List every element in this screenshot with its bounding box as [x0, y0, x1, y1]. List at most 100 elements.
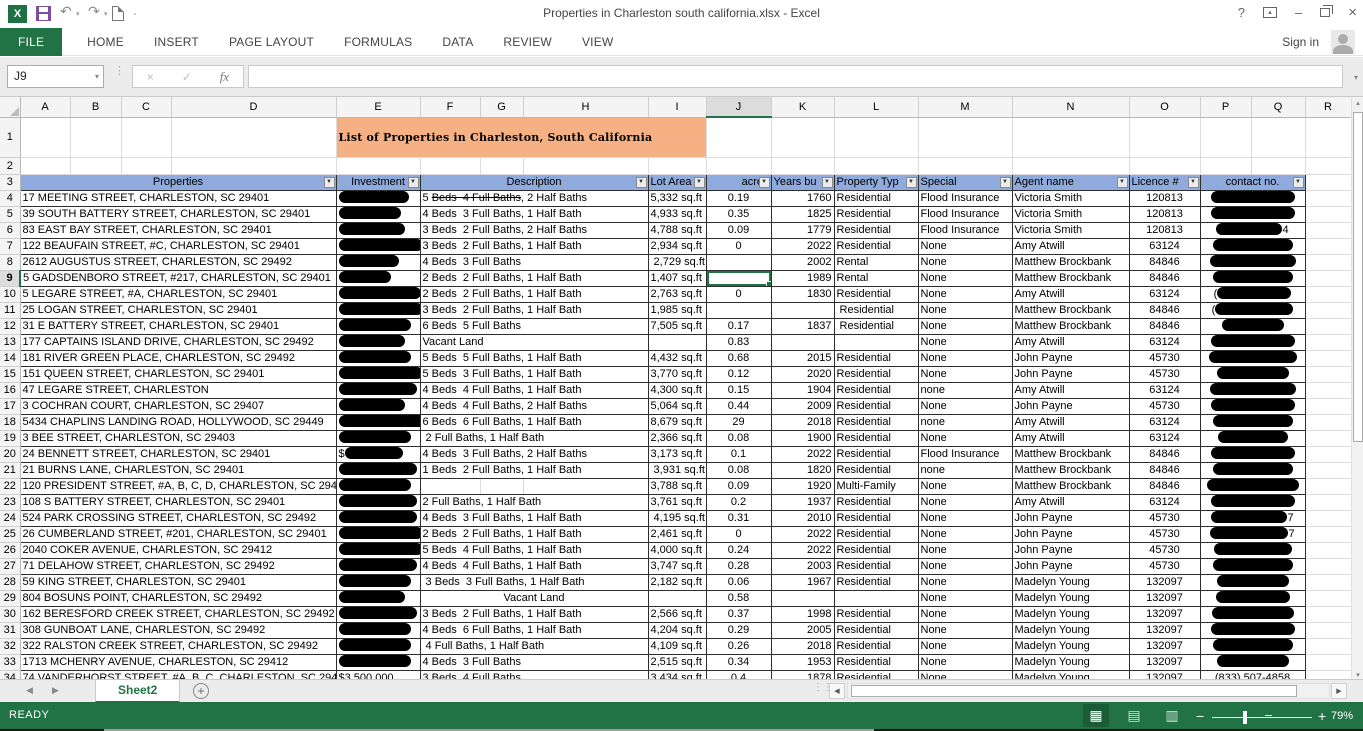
cell-K16[interactable]: 1904 [770, 381, 835, 399]
cell-A17[interactable]: 3 COCHRAN COURT, CHARLESTON, SC 29407 [19, 397, 337, 415]
cell-K9[interactable]: 1989 [770, 269, 835, 287]
cell-I13[interactable] [647, 333, 707, 351]
cell-F18[interactable]: 6 Beds 6 Full Baths, 1 Half Bath [419, 413, 649, 431]
cell-E33[interactable] [335, 653, 421, 671]
cell-I26[interactable]: 4,000 sq.ft [647, 541, 707, 559]
cell-R18[interactable] [1305, 414, 1351, 431]
cell-M34[interactable]: None [917, 669, 1013, 679]
cell-P2[interactable] [1200, 157, 1252, 175]
cell-O2[interactable] [1129, 157, 1201, 175]
cell-R9[interactable] [1305, 270, 1351, 287]
cell-M7[interactable]: None [917, 237, 1013, 255]
cell-O17[interactable]: 45730 [1128, 397, 1201, 415]
cell-K27[interactable]: 2003 [770, 557, 835, 575]
ribbon-tab-page-layout[interactable]: PAGE LAYOUT [214, 28, 329, 56]
cell-I23[interactable]: 3,761 sq.ft [647, 493, 707, 511]
cell-E34[interactable]: $3,500,000 [335, 669, 421, 679]
cell-N14[interactable]: John Payne [1011, 349, 1130, 367]
cell-R22[interactable] [1305, 478, 1351, 495]
cell-R32[interactable] [1305, 638, 1351, 655]
row-header-6[interactable]: 6 [0, 222, 21, 239]
cell-K4[interactable]: 1760 [770, 189, 835, 207]
cell-O11[interactable]: 84846 [1128, 301, 1201, 319]
cell-P25[interactable]: 7 [1199, 525, 1306, 543]
cell-A7[interactable]: 122 BEAUFAIN STREET, #C, CHARLESTON, SC … [19, 237, 337, 255]
cell-P32[interactable] [1199, 637, 1306, 655]
cell-E22[interactable] [335, 477, 421, 495]
cell-N19[interactable]: Amy Atwill [1011, 429, 1130, 447]
cell-L34[interactable]: Residential [833, 669, 919, 679]
cell-L31[interactable]: Residential [833, 621, 919, 639]
ribbon-tab-view[interactable]: VIEW [567, 28, 628, 56]
cell-I8[interactable]: 2,729 sq.ft [647, 253, 707, 271]
row-header-18[interactable]: 18 [0, 414, 21, 431]
cell-N23[interactable]: Amy Atwill [1011, 493, 1130, 511]
cell-R2[interactable] [1305, 157, 1351, 175]
zoom-level[interactable]: 79% [1331, 710, 1353, 722]
cell-J5[interactable]: 0.35 [705, 205, 772, 223]
cell-N22[interactable]: Matthew Brockbank [1011, 477, 1130, 495]
cell-K29[interactable] [770, 589, 835, 607]
cell-F6[interactable]: 3 Beds 2 Full Baths, 2 Half Baths [419, 221, 649, 239]
cell-O9[interactable]: 84846 [1128, 269, 1201, 287]
cell-E27[interactable] [335, 557, 421, 575]
cell-C2[interactable] [121, 157, 172, 175]
new-sheet-button[interactable]: + [193, 683, 209, 699]
cell-R14[interactable] [1305, 350, 1351, 367]
cell-F19[interactable]: 2 Full Baths, 1 Half Bath [419, 429, 649, 447]
row-header-27[interactable]: 27 [0, 558, 21, 575]
cell-O10[interactable]: 63124 [1128, 285, 1201, 303]
header-cell-L3[interactable]: Property Typ ▼ [833, 173, 919, 191]
col-header-E[interactable]: E [336, 97, 421, 118]
name-box-dropdown-icon[interactable]: ▾ [95, 66, 99, 87]
cell-O31[interactable]: 132097 [1128, 621, 1201, 639]
cell-M32[interactable]: None [917, 637, 1013, 655]
cell-L30[interactable]: Residential [833, 605, 919, 623]
cell-O12[interactable]: 84846 [1128, 317, 1201, 335]
cell-M27[interactable]: None [917, 557, 1013, 575]
vertical-scroll-thumb[interactable] [1353, 112, 1363, 442]
cell-R19[interactable] [1305, 430, 1351, 447]
cell-I16[interactable]: 4,300 sq.ft [647, 381, 707, 399]
cell-A18[interactable]: 5434 CHAPLINS LANDING ROAD, HOLLYWOOD, S… [19, 413, 337, 431]
col-header-B[interactable]: B [70, 97, 122, 118]
cell-J23[interactable]: 0.2 [705, 493, 772, 511]
row-header-26[interactable]: 26 [0, 542, 21, 559]
cell-L33[interactable]: Residential [833, 653, 919, 671]
cell-J22[interactable]: 0.09 [705, 477, 772, 495]
ribbon-display-options-icon[interactable]: ▴ [1263, 7, 1277, 18]
cell-A6[interactable]: 83 EAST BAY STREET, CHARLESTON, SC 29401 [19, 221, 337, 239]
cell-I28[interactable]: 2,182 sq.ft [647, 573, 707, 591]
filter-button[interactable]: ▼ [1116, 176, 1128, 188]
col-header-O[interactable]: O [1129, 97, 1201, 118]
cell-Q1[interactable] [1251, 117, 1306, 158]
cell-M26[interactable]: None [917, 541, 1013, 559]
cell-A28[interactable]: 59 KING STREET, CHARLESTON, SC 29401 [19, 573, 337, 591]
cell-F28[interactable]: 3 Beds 3 Full Baths, 1 Half Bath [419, 573, 649, 591]
cell-I11[interactable]: 1,985 sq.ft [647, 301, 707, 319]
cell-R10[interactable] [1305, 286, 1351, 303]
cell-F2[interactable] [420, 157, 481, 175]
cell-E2[interactable] [336, 157, 421, 175]
cell-F21[interactable]: 1 Beds 2 Full Baths, 1 Half Bath [419, 461, 649, 479]
cell-H22[interactable] [522, 477, 649, 495]
cell-I6[interactable]: 4,788 sq.ft [647, 221, 707, 239]
cell-O30[interactable]: 132097 [1128, 605, 1201, 623]
cell-N2[interactable] [1012, 157, 1130, 175]
row-header-3[interactable]: 3 [0, 174, 21, 191]
col-header-M[interactable]: M [918, 97, 1013, 118]
cell-R25[interactable] [1305, 526, 1351, 543]
row-header-33[interactable]: 33 [0, 654, 21, 671]
cell-M14[interactable]: None [917, 349, 1013, 367]
row-header-13[interactable]: 13 [0, 334, 21, 351]
cell-K5[interactable]: 1825 [770, 205, 835, 223]
row-header-22[interactable]: 22 [0, 478, 21, 495]
cell-R1[interactable] [1305, 117, 1351, 158]
cell-F20[interactable]: 4 Beds 3 Full Baths, 2 Half Baths [419, 445, 649, 463]
col-header-K[interactable]: K [771, 97, 835, 118]
cell-K22[interactable]: 1920 [770, 477, 835, 495]
cell-I12[interactable]: 7,505 sq.ft [647, 317, 707, 335]
cell-A21[interactable]: 21 BURNS LANE, CHARLESTON, SC 29401 [19, 461, 337, 479]
cell-M1[interactable] [918, 117, 1013, 158]
header-cell-N3[interactable]: Agent name ▼ [1011, 173, 1130, 191]
